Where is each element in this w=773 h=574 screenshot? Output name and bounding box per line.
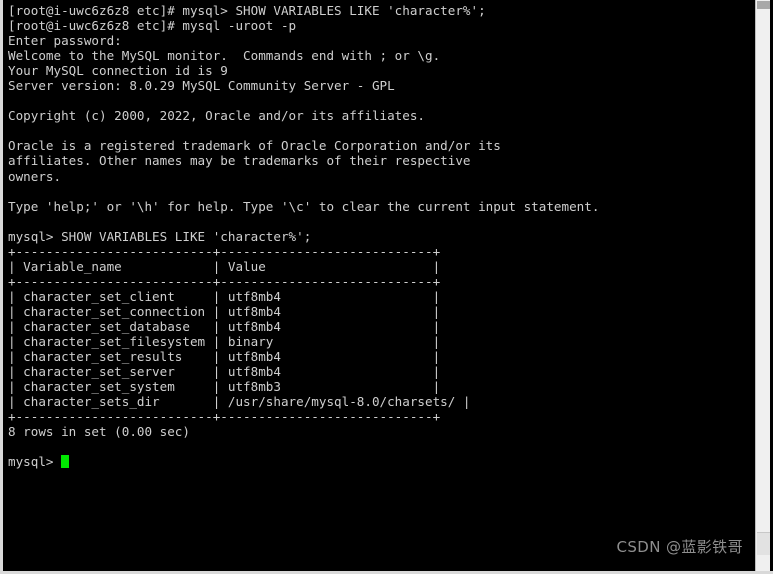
terminal-line: Server version: 8.0.29 MySQL Community S… [8,78,395,94]
table-row: | character_set_server | utf8mb4 | [8,364,441,380]
table-border-top: +--------------------------+------------… [8,243,441,259]
terminal-line: Welcome to the MySQL monitor. Commands e… [8,48,441,64]
terminal-line: Enter password: [8,33,122,49]
terminal-command-line: mysql> SHOW VARIABLES LIKE 'character%'; [8,228,312,244]
terminal-line: [root@i-uwc6z6z8 etc]# mysql> SHOW VARIA… [8,3,486,18]
active-prompt-line[interactable]: mysql> [8,454,755,469]
terminal-window: [root@i-uwc6z6z8 etc]# mysql> SHOW VARIA… [0,0,773,574]
table-row: | character_sets_dir | /usr/share/mysql-… [8,394,471,410]
result-footer: 8 rows in set (0.00 sec) [8,424,190,440]
terminal-line: owners. [8,168,62,184]
text-cursor [61,455,70,469]
prompt-label: mysql> [8,454,62,470]
table-row: | character_set_database | utf8mb4 | [8,318,441,334]
table-row: | character_set_system | utf8mb3 | [8,379,441,395]
scrollbar-bottom-button[interactable] [757,532,770,555]
terminal-line: Oracle is a registered trademark of Orac… [8,138,501,154]
terminal-output-area[interactable]: [root@i-uwc6z6z8 etc]# mysql> SHOW VARIA… [3,0,755,568]
terminal-line: Type 'help;' or '\h' for help. Type '\c'… [8,198,600,214]
terminal-line: affiliates. Other names may be trademark… [8,153,471,169]
table-row: | character_set_results | utf8mb4 | [8,349,441,365]
scrollbar-thumb[interactable] [757,1,770,9]
table-border-header: +--------------------------+------------… [8,273,441,289]
vertical-scrollbar[interactable] [755,0,770,571]
table-header-row: | Variable_name | Value | [8,258,441,274]
table-row: | character_set_filesystem | binary | [8,334,441,350]
table-row: | character_set_connection | utf8mb4 | [8,303,441,319]
table-row: | character_set_client | utf8mb4 | [8,288,441,304]
terminal-line: Copyright (c) 2000, 2022, Oracle and/or … [8,108,426,124]
terminal-line: [root@i-uwc6z6z8 etc]# mysql -uroot -p [8,18,297,34]
table-border-bottom: +--------------------------+------------… [8,409,441,425]
terminal-line: Your MySQL connection id is 9 [8,63,228,79]
watermark-text: CSDN @蓝影铁哥 [616,538,743,556]
